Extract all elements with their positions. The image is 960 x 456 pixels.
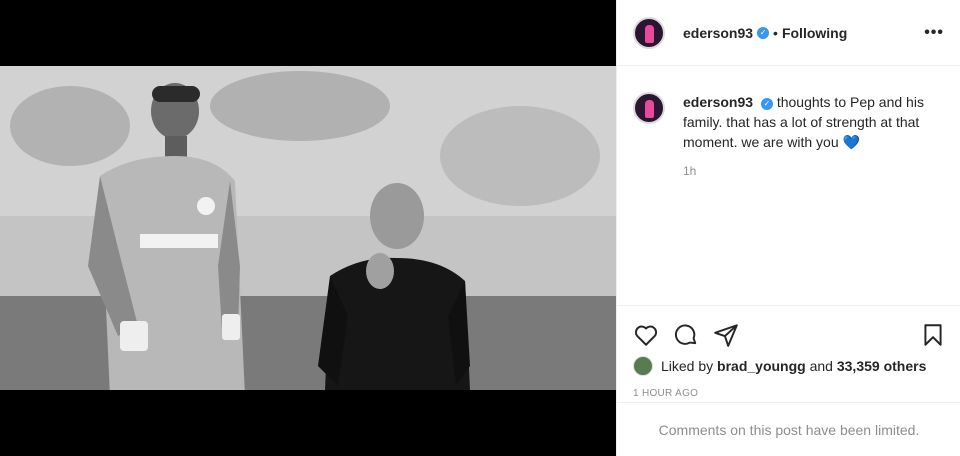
blue-heart-emoji-icon: 💙 [842,134,860,150]
liker-avatar[interactable] [633,356,653,376]
bookmark-icon[interactable] [920,322,946,348]
liked-by-and: and [809,358,833,374]
likes-summary: Liked by brad_youngg and 33,359 others [617,352,960,376]
following-button[interactable]: Following [782,25,847,41]
post-header: ederson93 ✓ • Following ••• [617,0,960,66]
verified-badge-icon: ✓ [757,26,770,39]
comment-bubble-icon[interactable] [673,322,699,348]
liked-by-user[interactable]: brad_youngg [717,358,806,374]
post-photo[interactable] [0,66,616,390]
post-timestamp[interactable]: 1 HOUR AGO [617,376,960,399]
photo-illustration [0,66,616,390]
author-username[interactable]: ederson93 [683,25,753,41]
caption-avatar[interactable] [633,92,665,124]
paper-plane-icon[interactable] [713,322,739,348]
caption-text: ederson93 ✓ thoughts to Pep and his fami… [683,92,944,152]
post-media-panel [0,0,616,456]
post-side-panel: ederson93 ✓ • Following ••• ederson93 ✓ … [616,0,960,456]
comments-limited-notice: Comments on this post have been limited. [617,402,960,456]
caption-section: ederson93 ✓ thoughts to Pep and his fami… [617,66,960,306]
liked-by-prefix: Liked by [661,358,714,374]
caption-verified-icon: ✓ [760,98,773,110]
liked-by-others[interactable]: 33,359 others [837,358,927,374]
caption-username[interactable]: ederson93 [683,94,753,110]
caption-body: ederson93 ✓ thoughts to Pep and his fami… [683,92,944,305]
author-avatar[interactable] [633,16,665,49]
caption-timestamp[interactable]: 1h [683,164,944,178]
heart-outline-icon[interactable] [633,322,659,348]
more-options-icon[interactable]: ••• [924,24,944,42]
header-separator: • [773,24,778,41]
action-bar [617,306,960,352]
